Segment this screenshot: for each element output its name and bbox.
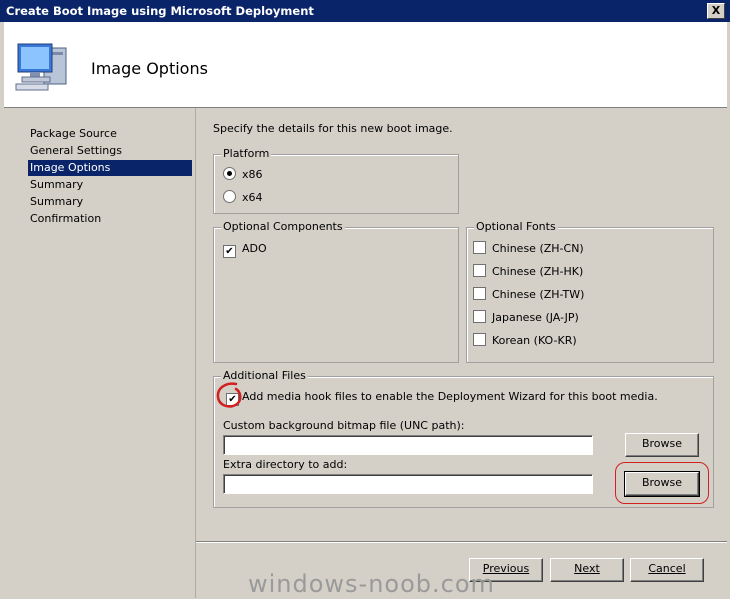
checkbox-korean-ko-kr[interactable]: Korean (KO-KR) bbox=[473, 333, 577, 349]
nav-item-image-options[interactable]: Image Options bbox=[28, 160, 192, 176]
checkbox-label: ADO bbox=[242, 242, 267, 255]
checkbox-media-hook[interactable]: ✔ Add media hook files to enable the Depl… bbox=[226, 389, 658, 406]
cancel-label: Cancel bbox=[648, 562, 686, 575]
footer-separator bbox=[196, 541, 727, 543]
cancel-button[interactable]: Cancel bbox=[630, 558, 704, 582]
optional-fonts-legend: Optional Fonts bbox=[474, 220, 558, 233]
close-button[interactable]: X bbox=[707, 3, 725, 19]
checkbox-indicator[interactable] bbox=[473, 333, 486, 346]
checkbox-indicator[interactable] bbox=[473, 241, 486, 254]
checkbox-chinese-zh-tw[interactable]: Chinese (ZH-TW) bbox=[473, 287, 584, 303]
radio-label: x64 bbox=[242, 191, 263, 204]
computer-icon bbox=[15, 43, 67, 91]
nav-item-confirmation[interactable]: Confirmation bbox=[28, 211, 192, 227]
platform-legend: Platform bbox=[221, 147, 272, 160]
annotation-circle bbox=[216, 382, 242, 408]
intro-text: Specify the details for this new boot im… bbox=[213, 122, 453, 135]
checkbox-label: Japanese (JA-JP) bbox=[492, 311, 579, 324]
window-title: Create Boot Image using Microsoft Deploy… bbox=[6, 4, 314, 18]
checkbox-label: Chinese (ZH-CN) bbox=[492, 242, 584, 255]
radio-indicator[interactable] bbox=[223, 167, 236, 180]
wizard-nav: Package Source General Settings Image Op… bbox=[4, 108, 196, 598]
page-title: Image Options bbox=[91, 59, 208, 78]
extra-directory-label: Extra directory to add: bbox=[223, 458, 348, 471]
bg-bitmap-input[interactable] bbox=[223, 435, 593, 455]
checkbox-japanese-ja-jp[interactable]: Japanese (JA-JP) bbox=[473, 310, 579, 326]
checkbox-label: Chinese (ZH-TW) bbox=[492, 288, 585, 301]
checkbox-chinese-zh-hk[interactable]: Chinese (ZH-HK) bbox=[473, 264, 583, 280]
nav-item-summary[interactable]: Summary bbox=[28, 194, 192, 210]
optional-components-legend: Optional Components bbox=[221, 220, 345, 233]
next-label: Next bbox=[574, 562, 600, 575]
nav-item-general-settings[interactable]: General Settings bbox=[28, 143, 192, 159]
checkbox-indicator[interactable] bbox=[473, 310, 486, 323]
checkbox-chinese-zh-cn[interactable]: Chinese (ZH-CN) bbox=[473, 241, 584, 257]
nav-item-summary[interactable]: Summary bbox=[28, 177, 192, 193]
checkbox-indicator[interactable] bbox=[473, 287, 486, 300]
main-content: Specify the details for this new boot im… bbox=[196, 108, 727, 599]
extra-directory-input[interactable] bbox=[223, 474, 593, 494]
radio-x64[interactable]: x64 bbox=[223, 190, 263, 206]
radio-indicator[interactable] bbox=[223, 190, 236, 203]
nav-item-package-source[interactable]: Package Source bbox=[28, 126, 192, 142]
checkbox-label: Chinese (ZH-HK) bbox=[492, 265, 584, 278]
radio-label: x86 bbox=[242, 168, 263, 181]
annotation-oval bbox=[615, 462, 709, 504]
next-button[interactable]: Next bbox=[550, 558, 624, 582]
checkbox-indicator[interactable] bbox=[473, 264, 486, 277]
checkbox-ado[interactable]: ✔ ADO bbox=[223, 241, 267, 258]
checkbox-label: Add media hook files to enable the Deplo… bbox=[242, 390, 658, 403]
radio-x86[interactable]: x86 bbox=[223, 167, 263, 183]
checkbox-label: Korean (KO-KR) bbox=[492, 334, 577, 347]
watermark: windows-noob.com bbox=[248, 570, 495, 598]
checkbox-indicator[interactable]: ✔ bbox=[223, 245, 236, 258]
bg-bitmap-label: Custom background bitmap file (UNC path)… bbox=[223, 419, 465, 432]
browse-bg-button[interactable]: Browse bbox=[625, 433, 699, 457]
